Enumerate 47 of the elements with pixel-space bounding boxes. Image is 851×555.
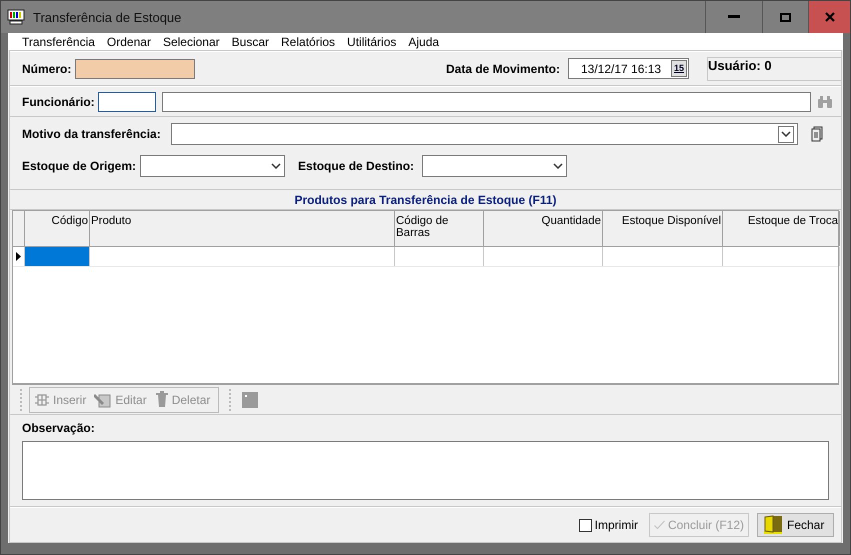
- door-icon: [762, 515, 784, 535]
- origin-stock-dropdown[interactable]: [140, 155, 286, 177]
- field-label: Número:: [22, 62, 72, 76]
- calendar-button[interactable]: 15: [670, 60, 687, 77]
- column-header[interactable]: Produto: [90, 211, 395, 246]
- minimize-icon: [728, 15, 740, 19]
- checkbox-label: Imprimir: [594, 518, 638, 532]
- menu-item[interactable]: Relatórios: [275, 34, 342, 48]
- close-button[interactable]: [808, 1, 850, 33]
- destination-stock-dropdown[interactable]: [422, 155, 568, 177]
- document-stack-icon[interactable]: [811, 126, 823, 142]
- reason-dropdown[interactable]: [170, 123, 798, 145]
- column-header[interactable]: Estoque de Troca: [723, 211, 840, 246]
- field-label: Estoque de Origem:: [22, 159, 136, 173]
- menu-item[interactable]: Utilitários: [341, 34, 402, 48]
- column-header[interactable]: Estoque Disponível: [603, 211, 723, 246]
- trash-icon: [154, 391, 169, 408]
- notes-field[interactable]: [22, 441, 829, 500]
- binoculars-icon[interactable]: [817, 96, 833, 108]
- document-pencil-icon: [94, 392, 112, 408]
- maximize-icon: [780, 12, 791, 22]
- grid-title: Produtos para Transferência de Estoque (F11): [294, 192, 557, 206]
- close-button[interactable]: Fechar: [757, 513, 834, 537]
- user-label: Usuário: 0: [708, 58, 772, 74]
- field-label: Observação:: [22, 421, 96, 435]
- date-field[interactable]: 13/12/17 16:13 15: [568, 58, 689, 79]
- close-icon: [824, 12, 834, 22]
- field-label: Estoque de Destino:: [298, 159, 414, 173]
- window-title: Transferência de Estoque: [32, 10, 182, 24]
- app-icon: [7, 9, 25, 25]
- menu-item[interactable]: Ajuda: [402, 34, 446, 48]
- column-header[interactable]: Quantidade: [484, 211, 603, 246]
- employee-name-field[interactable]: [162, 92, 811, 112]
- column-header[interactable]: Código de Barras: [395, 211, 484, 246]
- table-cell[interactable]: [25, 247, 90, 266]
- number-field[interactable]: [75, 58, 196, 78]
- column-header[interactable]: Código: [25, 211, 90, 246]
- field-label: Data de Movimento:: [446, 62, 560, 76]
- field-label: Funcionário:: [22, 94, 95, 108]
- menu-item[interactable]: Selecionar: [156, 34, 226, 48]
- square-icon[interactable]: [242, 392, 258, 408]
- menu-item[interactable]: Buscar: [226, 34, 276, 48]
- field-label: Motivo da transferência:: [22, 127, 161, 141]
- menu-item[interactable]: Transferência: [16, 34, 101, 48]
- employee-code-field[interactable]: [98, 92, 156, 112]
- menu-item[interactable]: Ordenar: [100, 34, 157, 48]
- print-checkbox[interactable]: [578, 518, 592, 532]
